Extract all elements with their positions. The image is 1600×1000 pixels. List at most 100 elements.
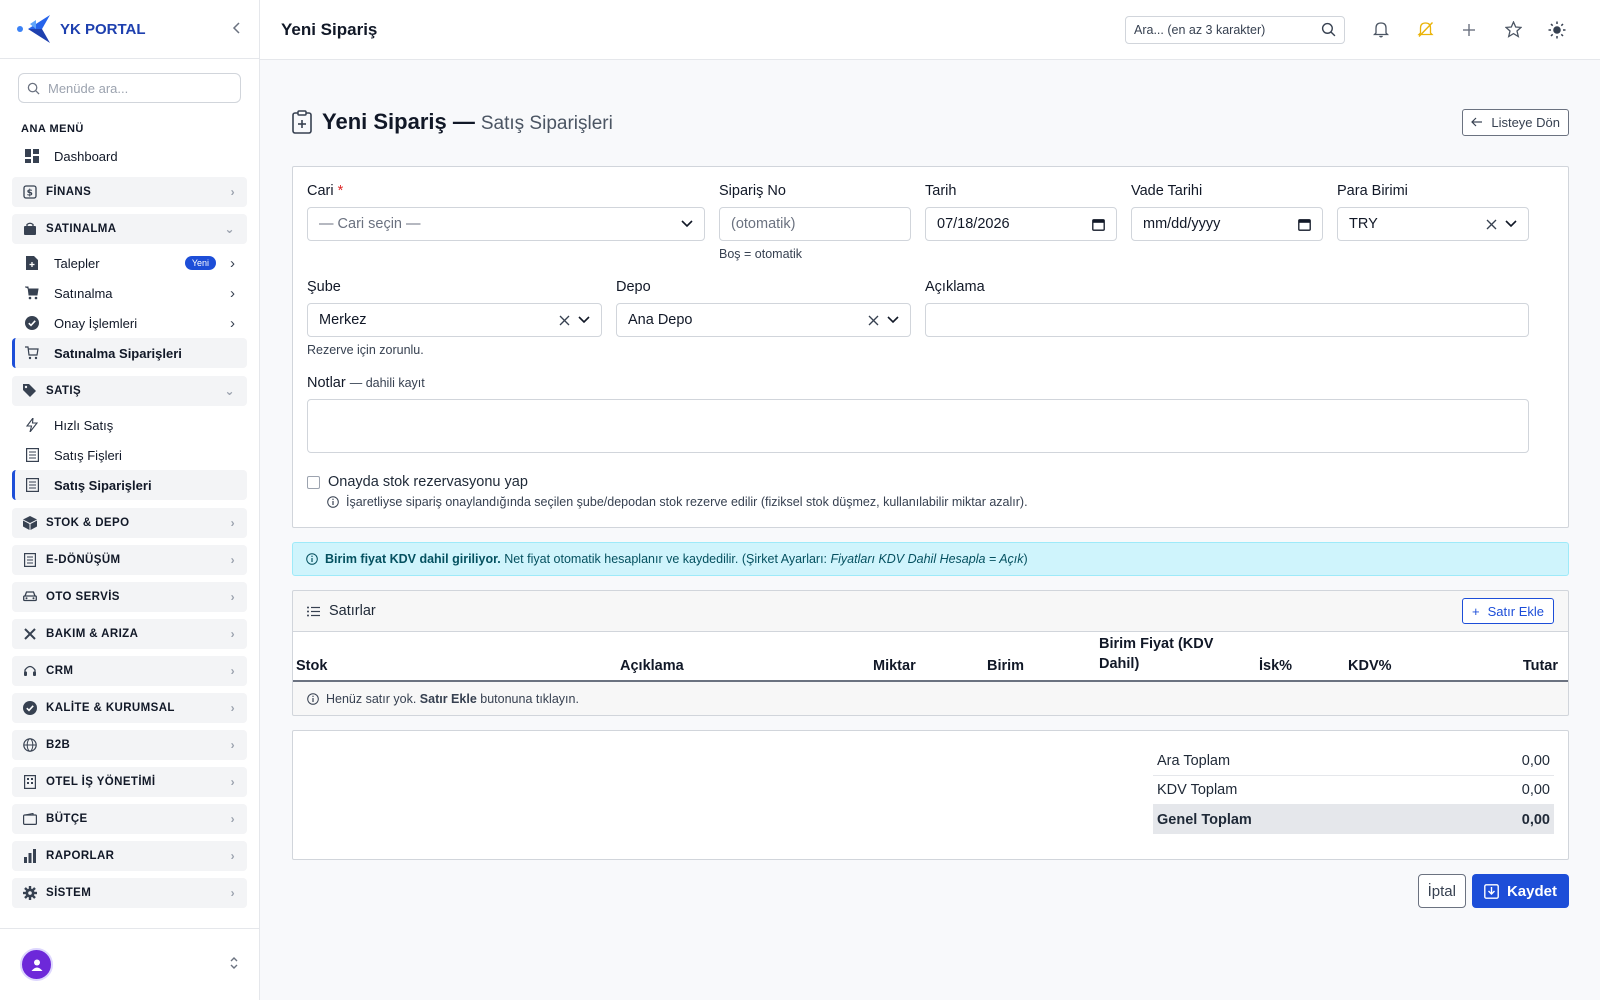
sidebar-group-bakim[interactable]: BAKIM & ARIZA › [12,619,247,649]
column-header: Miktar [873,658,916,674]
clipboard-plus-icon [292,110,312,134]
sidebar-item-label: Satınalma [54,285,113,301]
lines-header: Satırlar + Satır Ekle [293,591,1568,632]
page-title: Yeni Sipariş — Satış Siparişleri [322,109,613,135]
sidebar-group-raporlar[interactable]: RAPORLAR › [12,841,247,871]
sidebar-group-satinalma[interactable]: SATINALMA ⌄ [12,214,247,244]
chevron-right-icon: › [230,284,235,302]
bell-icon[interactable] [1359,21,1403,38]
sidebar-group-label: E-DÖNÜŞÜM [46,554,121,566]
sidebar-item-talepler[interactable]: Talepler Yeni › [12,248,247,278]
global-search-input[interactable]: Ara... (en az 3 karakter) [1125,15,1345,44]
sidebar-group-sistem[interactable]: SİSTEM › [12,878,247,908]
para-birimi-select[interactable]: TRY [1337,207,1529,241]
rezerv-checkbox-row[interactable]: Onayda stok rezervasyonu yap [307,474,528,490]
chevron-right-icon: › [230,812,235,826]
sidebar-group-butce[interactable]: BÜTÇE › [12,804,247,834]
cari-select[interactable]: — Cari seçin — [307,207,705,241]
column-header: KDV% [1348,658,1392,674]
clear-icon[interactable] [868,315,879,326]
sidebar-item-dashboard[interactable]: Dashboard [12,141,247,171]
collapse-sidebar-icon[interactable] [231,19,243,40]
order-form-card: Cari * — Cari seçin — Sipariş No (otomat… [292,166,1569,528]
cari-select-value: — Cari seçin — [319,216,421,232]
clear-icon[interactable] [559,315,570,326]
sidebar-group-kalite[interactable]: KALİTE & KURUMSAL › [12,693,247,723]
sidebar-footer [0,928,259,1000]
menu-search-input[interactable]: Menüde ara... [18,73,241,103]
sidebar-item-satis-fisleri[interactable]: Satış Fişleri [12,440,247,470]
genel-toplam-value: 0,00 [1521,811,1550,828]
ara-toplam-label: Ara Toplam [1157,753,1231,769]
sube-select[interactable]: Merkez [307,303,602,337]
save-button[interactable]: Kaydet [1471,874,1569,908]
cancel-button[interactable]: İptal [1417,874,1466,908]
sidebar-group-crm[interactable]: CRM › [12,656,247,686]
sidebar-group-finans[interactable]: $ FİNANS › [12,177,247,207]
siparis-no-input[interactable]: (otomatik) [719,207,911,241]
receipt-icon [24,448,40,462]
calendar-icon[interactable] [1092,218,1105,231]
sidebar-item-label: Dashboard [54,148,118,164]
rezerv-checkbox[interactable] [307,475,320,489]
sidebar-group-label: B2B [46,739,71,751]
sidebar-item-satis-siparisleri[interactable]: Satış Siparişleri [12,470,247,500]
sidebar-group-label: SATIŞ [46,385,82,397]
vade-value: mm/dd/yyyy [1143,216,1221,232]
back-to-list-button[interactable]: Listeye Dön [1462,108,1569,136]
sidebar-item-satinalma-siparisleri[interactable]: Satınalma Siparişleri [12,338,247,368]
sidebar-group-otel[interactable]: OTEL İŞ YÖNETİMİ › [12,767,247,797]
notlar-textarea[interactable] [307,399,1529,453]
brand-logo-icon [16,12,50,46]
totals-card: Ara Toplam 0,00 KDV Toplam 0,00 Genel To… [292,730,1569,860]
sidebar-group-label: RAPORLAR [46,850,115,862]
kdv-toplam-label: KDV Toplam [1157,782,1238,798]
alert-body: Net fiyat otomatik hesaplanır ve kaydedi… [500,552,831,566]
chevron-right-icon: › [230,185,235,199]
bell-slash-icon[interactable] [1403,21,1447,38]
search-icon[interactable] [1321,22,1336,37]
page-header: Yeni Sipariş — Satış Siparişleri Listeye … [292,60,1569,156]
aciklama-label: Açıklama [925,279,985,295]
tarih-input[interactable]: 07/18/2026 [925,207,1117,241]
cari-label-text: Cari [307,183,334,199]
finance-icon: $ [22,185,38,199]
sidebar-item-label: Onay İşlemleri [54,315,138,331]
column-header: Açıklama [620,658,684,674]
sidebar-item-hizli-satis[interactable]: Hızlı Satış [12,410,247,440]
sidebar-group-stok[interactable]: STOK & DEPO › [12,508,247,538]
chevron-right-icon: › [230,664,235,678]
sidebar-item-satinalma[interactable]: Satınalma › [12,278,247,308]
sidebar-group-e-donusum[interactable]: E-DÖNÜŞÜM › [12,545,247,575]
globe-icon [22,738,38,752]
column-header: Birim Fiyat (KDV Dahil) [1099,636,1214,672]
sun-icon[interactable] [1535,21,1579,39]
tools-icon [22,627,38,641]
add-line-label: Satır Ekle [1487,603,1544,619]
sidebar-group-satis[interactable]: SATIŞ ⌄ [12,376,247,406]
depo-select[interactable]: Ana Depo [616,303,911,337]
brand: YK PORTAL [0,0,259,59]
clear-icon[interactable] [1486,219,1497,230]
sidebar-group-b2b[interactable]: B2B › [12,730,247,760]
plus-icon[interactable] [1447,23,1491,37]
building-icon [22,775,38,789]
star-icon[interactable] [1491,21,1535,38]
sidebar-group-oto-servis[interactable]: OTO SERVİS › [12,582,247,612]
lines-title: Satırlar [329,603,376,619]
svg-text:$: $ [27,189,34,199]
plus-icon: + [1472,603,1480,619]
avatar[interactable] [20,948,53,981]
ara-toplam-row: Ara Toplam 0,00 [1153,747,1554,776]
calendar-icon[interactable] [1298,218,1311,231]
vade-input[interactable]: mm/dd/yyyy [1131,207,1323,241]
chevron-up-down-icon[interactable] [229,956,239,973]
chevron-right-icon: › [230,701,235,715]
aciklama-input[interactable] [925,303,1529,337]
new-badge: Yeni [184,256,216,270]
empty-lines-row: Henüz satır yok. Satır Ekle butonuna tık… [293,682,1568,715]
empty-bold: Satır Ekle [419,691,477,706]
add-line-button[interactable]: + Satır Ekle [1462,598,1554,624]
sidebar-item-onay[interactable]: Onay İşlemleri › [12,308,247,338]
chevron-down-icon: ⌄ [224,384,235,398]
